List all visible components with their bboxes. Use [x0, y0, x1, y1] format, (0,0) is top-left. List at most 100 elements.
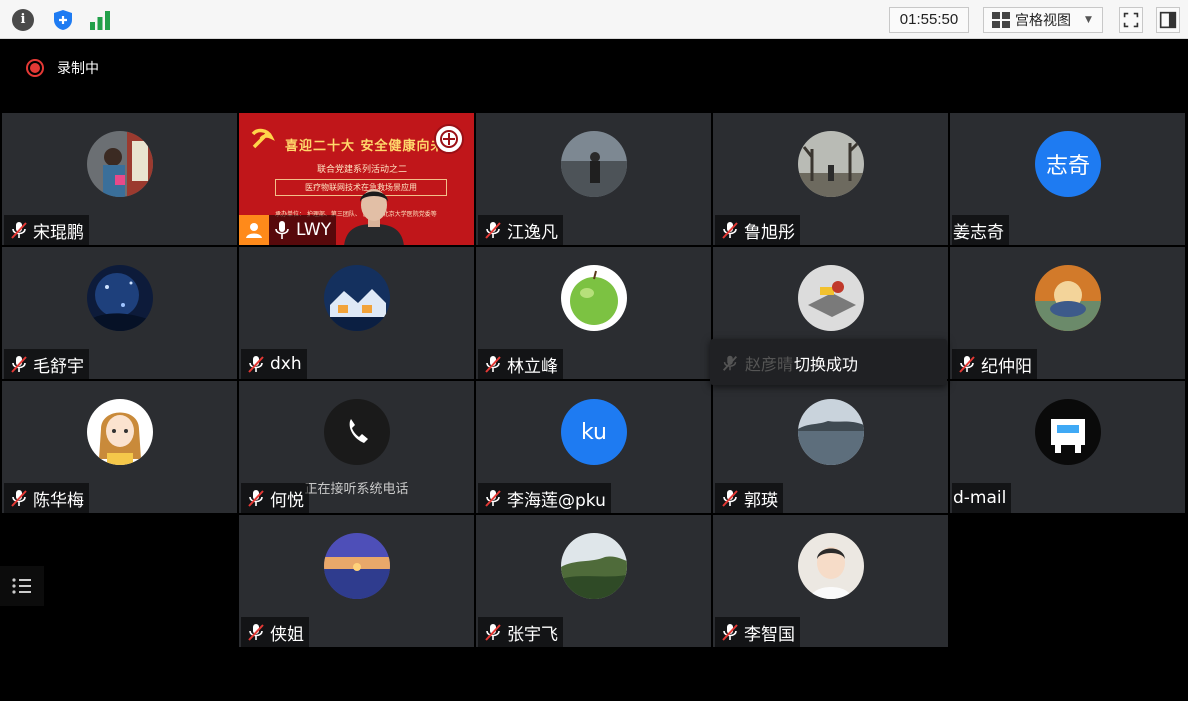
- participant-name-tag: 宋琨鹏: [4, 215, 89, 245]
- avatar: [561, 265, 627, 331]
- participant-name: 姜志奇: [953, 222, 1004, 243]
- mic-muted-icon: [722, 490, 738, 507]
- recording-label: 录制中: [57, 61, 99, 77]
- network-signal-icon[interactable]: [89, 9, 111, 31]
- participant-tile[interactable]: 宋琨鹏: [2, 113, 237, 245]
- avatar: [87, 399, 153, 465]
- avatar: [561, 533, 627, 599]
- participant-tile[interactable]: 正在接听系统电话 何悦: [239, 381, 474, 513]
- participant-tile[interactable]: 江逸凡: [476, 113, 711, 245]
- mic-muted-icon: [722, 355, 738, 371]
- participant-name: LWY: [296, 220, 332, 240]
- participant-name-tag: 何悦: [241, 483, 309, 513]
- toast-notification: 赵彦晴 切换成功: [710, 339, 947, 385]
- participant-name-tag: 李智国: [715, 617, 800, 647]
- participant-name-tag: 李海莲@pku: [478, 483, 611, 513]
- mic-muted-icon: [959, 356, 975, 373]
- mic-muted-icon: [485, 624, 501, 641]
- participant-name: 毛舒宇: [33, 356, 84, 377]
- participant-name-tag: 毛舒宇: [4, 349, 89, 379]
- avatar: [87, 131, 153, 197]
- participant-name: 李智国: [744, 624, 795, 645]
- mic-muted-icon: [248, 490, 264, 507]
- participant-name-tag: 张宇飞: [478, 617, 563, 647]
- host-icon: [239, 215, 269, 245]
- university-seal-icon: [434, 124, 464, 154]
- participant-name-tag: 郭瑛: [715, 483, 783, 513]
- participant-tile[interactable]: 鲁旭彤: [713, 113, 948, 245]
- participant-name: 何悦: [270, 490, 304, 511]
- mic-muted-icon: [485, 222, 501, 239]
- participant-name: 张宇飞: [507, 624, 558, 645]
- participant-name: d-mail: [953, 488, 1007, 508]
- participant-tile[interactable]: 郭瑛: [713, 381, 948, 513]
- avatar: [798, 399, 864, 465]
- active-speaker-tile[interactable]: 喜迎二十大 安全健康向未来 联合党建系列活动之二 医疗物联网技术在急救场景应用 …: [239, 113, 474, 245]
- participant-name: dxh: [270, 354, 302, 374]
- mic-muted-icon: [11, 356, 27, 373]
- participant-tile[interactable]: 陈华梅: [2, 381, 237, 513]
- chevron-down-icon: ▼: [1085, 15, 1092, 25]
- participant-name: 李海莲@pku: [507, 490, 606, 511]
- mic-muted-icon: [722, 624, 738, 641]
- participant-tile[interactable]: 纪仲阳: [950, 247, 1185, 379]
- avatar: [324, 265, 390, 331]
- participant-name-tag: 姜志奇: [952, 215, 1009, 245]
- recording-indicator[interactable]: 录制中: [26, 58, 99, 78]
- participant-tile[interactable]: 侠姐: [239, 515, 474, 647]
- participant-tile[interactable]: 李智国: [713, 515, 948, 647]
- participant-name-tag: dxh: [241, 349, 307, 379]
- participant-name: 赵彦晴: [745, 355, 794, 374]
- participant-name-tag: 鲁旭彤: [715, 215, 800, 245]
- participant-name: 林立峰: [507, 356, 558, 377]
- party-emblem-icon: [251, 128, 275, 149]
- sidebar-toggle-icon[interactable]: [1156, 7, 1180, 33]
- participant-tile[interactable]: ku 李海莲@pku: [476, 381, 711, 513]
- mic-muted-icon: [248, 624, 264, 641]
- avatar: [798, 265, 864, 331]
- view-mode-label: 宫格视图: [1015, 13, 1071, 29]
- participant-tile[interactable]: 志奇 姜志奇: [950, 113, 1185, 245]
- meeting-timer: 01:55:50: [889, 7, 969, 33]
- info-icon[interactable]: i: [12, 9, 34, 31]
- participant-name-tag: 侠姐: [241, 617, 309, 647]
- mic-muted-icon: [485, 490, 501, 507]
- avatar: [1035, 265, 1101, 331]
- participant-tile[interactable]: 林立峰: [476, 247, 711, 379]
- mic-muted-icon: [11, 490, 27, 507]
- participant-name-tag: 林立峰: [478, 349, 563, 379]
- participant-tile[interactable]: 张宇飞: [476, 515, 711, 647]
- mic-muted-icon: [485, 356, 501, 373]
- avatar: [798, 533, 864, 599]
- fullscreen-icon[interactable]: [1119, 7, 1143, 33]
- participant-name: 侠姐: [270, 624, 304, 645]
- avatar: 志奇: [1035, 131, 1101, 197]
- list-icon: [12, 578, 31, 594]
- avatar: [87, 265, 153, 331]
- avatar: ku: [561, 399, 627, 465]
- mic-muted-icon: [722, 222, 738, 239]
- participant-name-tag: d-mail: [952, 483, 1012, 513]
- participant-name: 宋琨鹏: [33, 222, 84, 243]
- participant-list-button[interactable]: [0, 566, 44, 606]
- avatar: [561, 131, 627, 197]
- top-toolbar: i 01:55:50 宫格视图 ▼: [0, 0, 1188, 39]
- participant-name: 鲁旭彤: [744, 222, 795, 243]
- participant-tile[interactable]: d-mail: [950, 381, 1185, 513]
- security-shield-icon[interactable]: [52, 9, 74, 31]
- speaker-video: [344, 189, 404, 245]
- mic-on-icon: [275, 221, 289, 239]
- banner-subtitle: 联合党建系列活动之二: [317, 165, 408, 175]
- mic-muted-icon: [11, 222, 27, 239]
- participant-tile[interactable]: dxh: [239, 247, 474, 379]
- speaker-name-tag: LWY: [239, 215, 337, 245]
- participant-name: 江逸凡: [507, 222, 558, 243]
- avatar: [324, 533, 390, 599]
- participant-tile[interactable]: 毛舒宇: [2, 247, 237, 379]
- participant-name-tag: 江逸凡: [478, 215, 563, 245]
- mic-muted-icon: [248, 356, 264, 373]
- view-mode-dropdown[interactable]: 宫格视图 ▼: [983, 7, 1103, 33]
- avatar: [798, 131, 864, 197]
- participant-name-tag: 纪仲阳: [952, 349, 1037, 379]
- participant-name: 郭瑛: [744, 490, 778, 511]
